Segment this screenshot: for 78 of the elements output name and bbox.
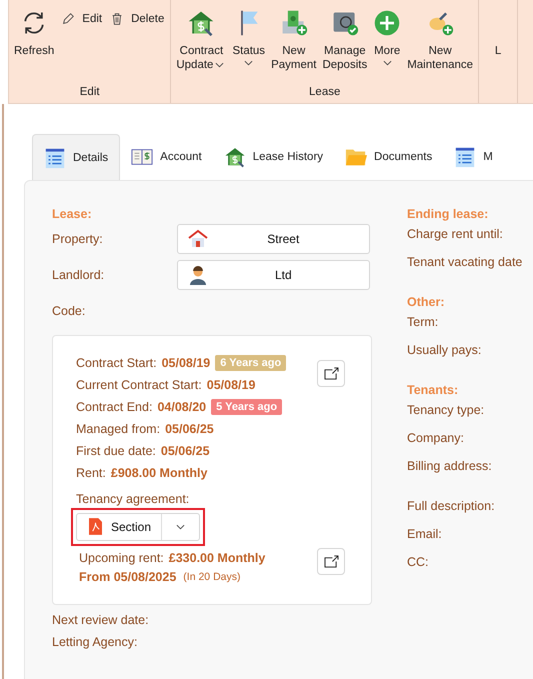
field-value: £908.00 Monthly xyxy=(110,466,208,480)
field-label: Contract Start: xyxy=(76,356,157,370)
plus-icon xyxy=(373,8,402,38)
ribbon-button[interactable]: New Maintenance xyxy=(404,8,476,72)
chevron-down-icon xyxy=(215,62,224,68)
ribbon-button[interactable]: Refresh xyxy=(11,8,58,58)
ribbon-button[interactable]: L xyxy=(481,8,516,58)
trash-icon xyxy=(110,12,124,26)
chevron-down-icon xyxy=(176,524,186,530)
open-external-icon xyxy=(324,555,338,568)
section-heading: Tenants: xyxy=(407,383,460,399)
open-external-icon xyxy=(324,367,338,380)
chevron-down-icon xyxy=(244,60,254,66)
field-value: 04/08/20 xyxy=(157,400,206,414)
house-icon xyxy=(188,229,208,249)
ribbon-button[interactable]: Status xyxy=(229,8,268,68)
document-name: Section xyxy=(111,520,152,534)
tab[interactable]: Lease History xyxy=(212,134,334,180)
ribbon-button[interactable]: New Payment xyxy=(268,8,320,72)
field-label: Tenant vacating date xyxy=(407,255,522,271)
open-external-button[interactable] xyxy=(317,360,345,387)
ribbon-button[interactable]: Contract Update xyxy=(173,8,230,72)
section-heading: Other: xyxy=(407,295,446,311)
field-label: Billing address: xyxy=(407,459,493,475)
field-label: Next review date: xyxy=(52,612,150,626)
open-external-button[interactable] xyxy=(317,548,345,575)
field-label: Contract End: xyxy=(76,400,152,414)
field-value: From 05/08/2025 xyxy=(79,570,176,584)
payment-icon xyxy=(280,8,308,38)
pdf-icon xyxy=(89,518,102,535)
ledger-icon xyxy=(131,146,154,168)
ribbon-button[interactable]: Delete xyxy=(106,10,168,28)
ribbon-button[interactable]: Edit xyxy=(57,10,106,28)
group-label: Edit xyxy=(78,86,101,100)
note-text: (In 20 Days) xyxy=(183,570,240,583)
field-value: £330.00 Monthly xyxy=(168,551,266,566)
tab[interactable]: Account xyxy=(120,134,213,180)
field-label: First due date: xyxy=(76,444,156,458)
age-badge: 5 Years ago xyxy=(211,398,282,415)
tab[interactable]: Documents xyxy=(334,134,444,180)
field-label: Managed from: xyxy=(76,422,160,436)
ribbon-button[interactable]: More xyxy=(370,8,404,68)
age-badge: 6 Years ago xyxy=(215,354,286,371)
tab[interactable]: Details xyxy=(32,134,120,180)
pencil-icon xyxy=(61,12,76,26)
person-icon xyxy=(188,265,208,285)
tab[interactable]: M xyxy=(443,134,504,180)
field-label: Letting Agency: xyxy=(52,634,138,648)
field-label: Tenancy type: xyxy=(407,403,486,419)
field-label: Term: xyxy=(407,315,440,331)
field-value: 05/06/25 xyxy=(160,444,210,458)
field-value: 05/06/25 xyxy=(165,422,214,436)
field-label: Tenancy agreement: xyxy=(76,492,190,506)
field-label: Company: xyxy=(407,431,465,447)
document-split-button[interactable]: Section xyxy=(76,512,200,540)
field-label: Email: xyxy=(407,527,443,543)
house-dollar-icon xyxy=(224,146,246,168)
field-label: Charge rent until: xyxy=(407,227,504,243)
field-label: Property: xyxy=(52,232,104,246)
ribbon-button[interactable]: Manage Deposits xyxy=(319,8,370,72)
link-field[interactable]: Ltd xyxy=(176,260,370,290)
field-label: Upcoming rent: xyxy=(79,551,164,566)
list-icon xyxy=(454,146,476,168)
field-label: Code: xyxy=(52,304,86,318)
section-heading: Ending lease: xyxy=(407,207,490,223)
field-value: 05/08/19 xyxy=(162,356,210,370)
list-icon xyxy=(44,146,66,168)
field-label: Landlord: xyxy=(52,268,106,282)
field-label: Usually pays: xyxy=(407,343,482,359)
field-label: Rent: xyxy=(76,466,106,480)
field-value: 05/08/19 xyxy=(206,378,256,392)
field-label: Full description: xyxy=(407,499,496,515)
group-label: Lease xyxy=(308,86,342,100)
chevron-down-icon xyxy=(382,60,392,66)
link-field[interactable]: Street xyxy=(176,224,370,254)
field-label: Current Contract Start: xyxy=(76,378,202,392)
section-heading: Lease: xyxy=(52,207,93,221)
field-label: CC: xyxy=(407,555,430,571)
